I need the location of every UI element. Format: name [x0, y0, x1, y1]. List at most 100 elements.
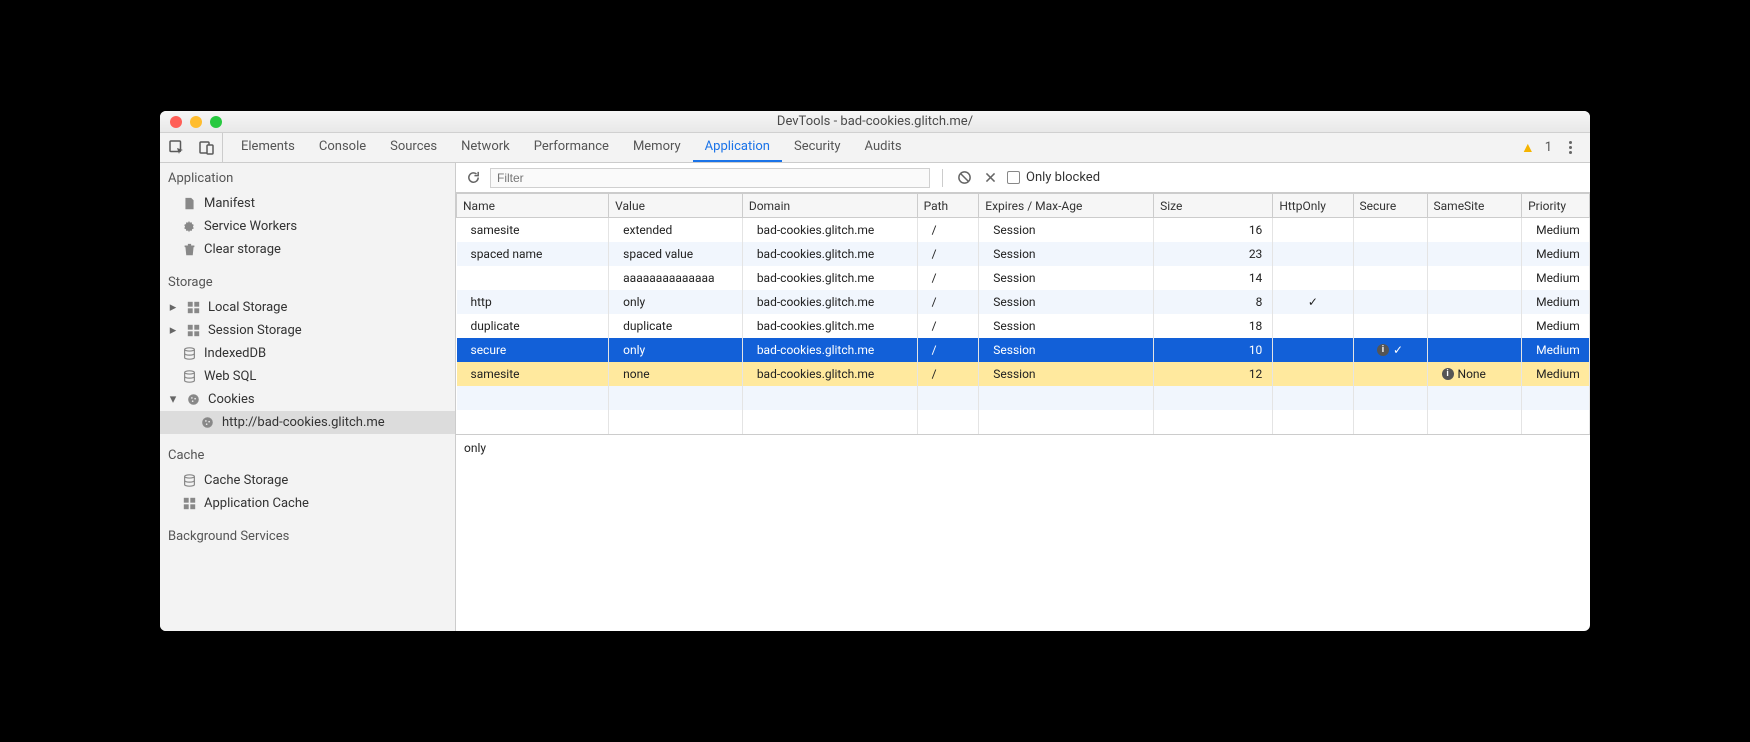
- cell-priority: Medium: [1522, 362, 1590, 386]
- close-button[interactable]: [170, 116, 182, 128]
- cell-path: /: [917, 242, 979, 266]
- cell-name: secure: [457, 338, 609, 362]
- cell-secure: [1353, 314, 1427, 338]
- cell-path: /: [917, 338, 979, 362]
- filter-input[interactable]: [490, 168, 930, 188]
- cell-priority: Medium: [1522, 218, 1590, 242]
- tab-memory[interactable]: Memory: [621, 133, 693, 162]
- info-icon: i: [1377, 344, 1389, 356]
- grid-icon: [186, 301, 200, 315]
- tree-arrow-icon[interactable]: ▸: [168, 323, 178, 338]
- sidebar-item-cache-storage[interactable]: Cache Storage: [160, 469, 455, 492]
- cell-secure: [1353, 218, 1427, 242]
- tab-elements[interactable]: Elements: [229, 133, 307, 162]
- sidebar-item-label: http://bad-cookies.glitch.me: [222, 415, 385, 430]
- column-header[interactable]: Domain: [742, 194, 917, 218]
- sidebar-item-label: Web SQL: [204, 369, 256, 384]
- cell-expires: Session: [979, 242, 1154, 266]
- column-header[interactable]: HttpOnly: [1273, 194, 1353, 218]
- warning-count: 1: [1545, 140, 1552, 155]
- tree-arrow-icon[interactable]: ▸: [168, 300, 178, 315]
- device-toggle-icon[interactable]: [198, 139, 216, 157]
- cell-priority: Medium: [1522, 338, 1590, 362]
- block-icon[interactable]: [955, 169, 973, 187]
- cell-expires: Session: [979, 290, 1154, 314]
- cell-value: only: [609, 338, 743, 362]
- info-icon: i: [1442, 368, 1454, 380]
- only-blocked-checkbox[interactable]: Only blocked: [1007, 170, 1100, 185]
- column-header[interactable]: Path: [917, 194, 979, 218]
- sidebar-item-label: Cookies: [208, 392, 255, 407]
- tab-audits[interactable]: Audits: [853, 133, 914, 162]
- tab-console[interactable]: Console: [307, 133, 378, 162]
- sidebar-item-indexeddb[interactable]: IndexedDB: [160, 342, 455, 365]
- sidebar-item-label: Application Cache: [204, 496, 309, 511]
- sidebar-item-application-cache[interactable]: Application Cache: [160, 492, 455, 515]
- cell-samesite: [1427, 338, 1522, 362]
- tab-network[interactable]: Network: [449, 133, 522, 162]
- sidebar-item-manifest[interactable]: Manifest: [160, 192, 455, 215]
- cell-samesite: iNone: [1427, 362, 1522, 386]
- maximize-button[interactable]: [210, 116, 222, 128]
- cell-httponly: [1273, 314, 1353, 338]
- table-row[interactable]: secureonlybad-cookies.glitch.me/Session1…: [457, 338, 1590, 362]
- cell-name: samesite: [457, 218, 609, 242]
- column-header[interactable]: SameSite: [1427, 194, 1522, 218]
- cell-value: duplicate: [609, 314, 743, 338]
- tab-sources[interactable]: Sources: [378, 133, 449, 162]
- table-row[interactable]: httponlybad-cookies.glitch.me/Session8✓M…: [457, 290, 1590, 314]
- inspect-icon[interactable]: [168, 139, 186, 157]
- cell-size: 16: [1154, 218, 1273, 242]
- table-row[interactable]: duplicateduplicatebad-cookies.glitch.me/…: [457, 314, 1590, 338]
- cell-size: 18: [1154, 314, 1273, 338]
- cookies-table: NameValueDomainPathExpires / Max-AgeSize…: [456, 193, 1590, 434]
- table-row[interactable]: aaaaaaaaaaaaaabad-cookies.glitch.me/Sess…: [457, 266, 1590, 290]
- cell-priority: Medium: [1522, 266, 1590, 290]
- refresh-icon[interactable]: [464, 169, 482, 187]
- column-header[interactable]: Size: [1154, 194, 1273, 218]
- cell-httponly: [1273, 242, 1353, 266]
- column-header[interactable]: Secure: [1353, 194, 1427, 218]
- column-header[interactable]: Priority: [1522, 194, 1590, 218]
- sidebar-item-local-storage[interactable]: ▸Local Storage: [160, 296, 455, 319]
- minimize-button[interactable]: [190, 116, 202, 128]
- sidebar-item-clear-storage[interactable]: Clear storage: [160, 238, 455, 261]
- column-header[interactable]: Value: [609, 194, 743, 218]
- cookie-icon: [200, 416, 214, 430]
- trash-icon: [182, 243, 196, 257]
- tab-application[interactable]: Application: [693, 133, 782, 162]
- more-menu-icon[interactable]: [1562, 140, 1578, 156]
- cookies-toolbar: Only blocked: [456, 163, 1590, 193]
- sidebar-item-session-storage[interactable]: ▸Session Storage: [160, 319, 455, 342]
- cell-samesite: [1427, 242, 1522, 266]
- column-header[interactable]: Name: [457, 194, 609, 218]
- cell-value: aaaaaaaaaaaaaa: [609, 266, 743, 290]
- sidebar-subitem[interactable]: http://bad-cookies.glitch.me: [160, 411, 455, 434]
- column-header[interactable]: Expires / Max-Age: [979, 194, 1154, 218]
- file-icon: [182, 197, 196, 211]
- table-row[interactable]: samesiteextendedbad-cookies.glitch.me/Se…: [457, 218, 1590, 242]
- sidebar-item-cookies[interactable]: ▾ Cookies: [160, 388, 455, 411]
- cell-secure: [1353, 290, 1427, 314]
- tab-security[interactable]: Security: [782, 133, 853, 162]
- cell-path: /: [917, 218, 979, 242]
- table-row[interactable]: spaced namespaced valuebad-cookies.glitc…: [457, 242, 1590, 266]
- tree-arrow-icon[interactable]: ▾: [168, 392, 178, 407]
- devtools-window: DevTools - bad-cookies.glitch.me/ Elemen…: [160, 111, 1590, 631]
- cell-samesite: [1427, 314, 1522, 338]
- cell-domain: bad-cookies.glitch.me: [742, 242, 917, 266]
- detail-value: only: [464, 441, 486, 455]
- table-row-empty: [457, 386, 1590, 410]
- cell-domain: bad-cookies.glitch.me: [742, 362, 917, 386]
- cell-httponly: [1273, 266, 1353, 290]
- cell-name: http: [457, 290, 609, 314]
- warning-icon[interactable]: ▲: [1521, 139, 1535, 156]
- clear-icon[interactable]: [981, 169, 999, 187]
- detail-pane: only: [456, 434, 1590, 564]
- table-row[interactable]: samesitenonebad-cookies.glitch.me/Sessio…: [457, 362, 1590, 386]
- tab-performance[interactable]: Performance: [522, 133, 621, 162]
- sidebar-item-service-workers[interactable]: Service Workers: [160, 215, 455, 238]
- sidebar-item-web-sql[interactable]: Web SQL: [160, 365, 455, 388]
- cell-samesite: [1427, 290, 1522, 314]
- sidebar-item-label: Clear storage: [204, 242, 281, 257]
